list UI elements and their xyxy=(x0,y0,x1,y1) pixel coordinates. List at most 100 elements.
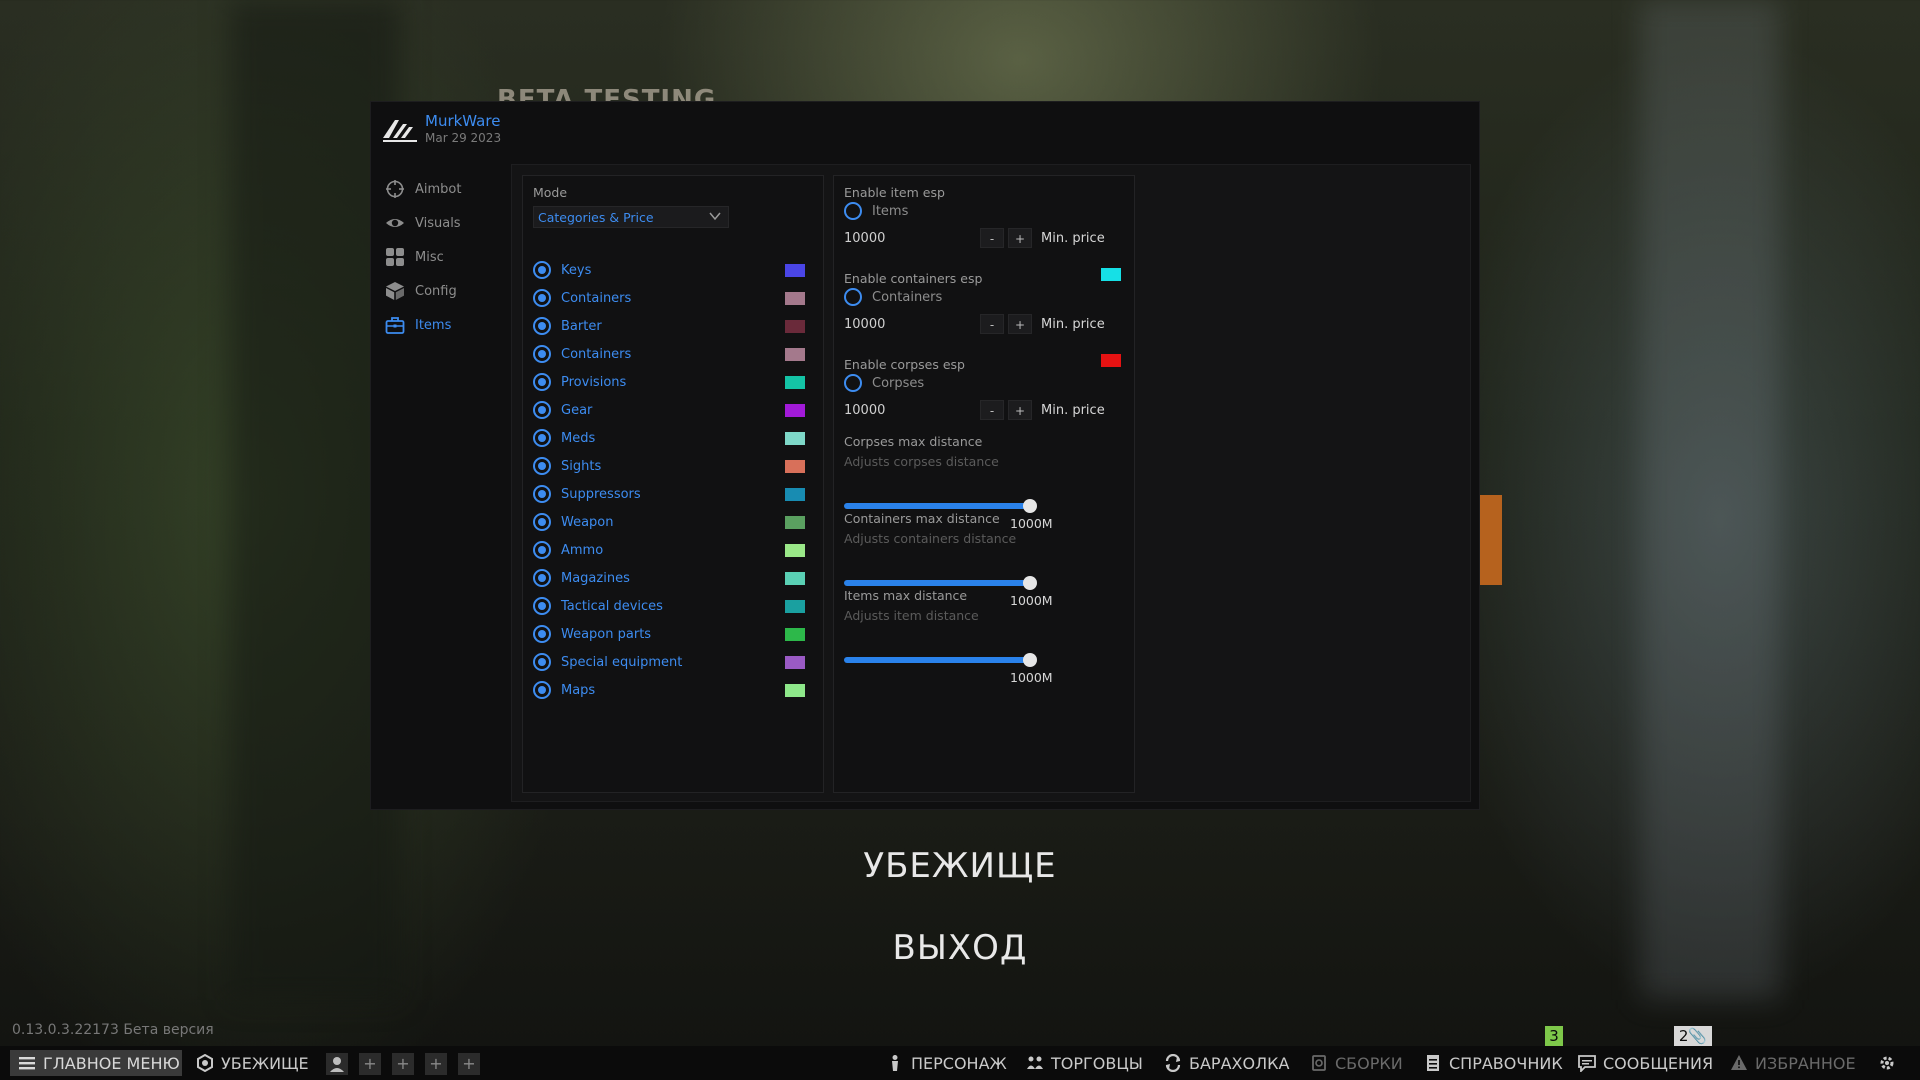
category-color-swatch[interactable] xyxy=(785,516,805,529)
add-slot-button[interactable]: + xyxy=(359,1053,381,1075)
category-row[interactable]: Weapon xyxy=(533,508,815,536)
items-distance-slider-handle[interactable] xyxy=(1023,653,1037,667)
hideout-button[interactable]: УБЕЖИЩЕ xyxy=(196,1050,309,1076)
corpses-distance-slider-handle[interactable] xyxy=(1023,499,1037,513)
containers-toggle[interactable]: Containers xyxy=(844,288,942,306)
nav-item-items[interactable]: Items xyxy=(385,308,461,342)
category-color-swatch[interactable] xyxy=(785,376,805,389)
character-button[interactable]: ПЕРСОНАЖ xyxy=(886,1050,1007,1076)
items-min-price-input[interactable] xyxy=(844,231,980,246)
corpses-radio[interactable] xyxy=(844,374,862,392)
corpses-min-price-input[interactable] xyxy=(844,403,980,418)
category-radio[interactable] xyxy=(533,625,551,643)
corpses-min-price-label: Min. price xyxy=(1041,403,1105,418)
category-label: Magazines xyxy=(561,570,630,586)
category-color-swatch[interactable] xyxy=(785,292,805,305)
category-color-swatch[interactable] xyxy=(785,628,805,641)
category-color-swatch[interactable] xyxy=(785,404,805,417)
category-radio[interactable] xyxy=(533,345,551,363)
category-radio[interactable] xyxy=(533,261,551,279)
corpses-price-increment-button[interactable]: + xyxy=(1008,400,1032,420)
category-row[interactable]: Containers xyxy=(533,284,815,312)
containers-distance-slider-track[interactable] xyxy=(844,580,1030,586)
builds-button[interactable]: СБОРКИ xyxy=(1310,1050,1403,1076)
category-radio[interactable] xyxy=(533,289,551,307)
category-row[interactable]: Magazines xyxy=(533,564,815,592)
category-radio[interactable] xyxy=(533,653,551,671)
category-radio[interactable] xyxy=(533,429,551,447)
category-radio[interactable] xyxy=(533,513,551,531)
menu-hideout[interactable]: УБЕЖИЩЕ xyxy=(0,846,1920,886)
category-radio[interactable] xyxy=(533,569,551,587)
add-slot-button[interactable]: + xyxy=(458,1053,480,1075)
traders-button[interactable]: ТОРГОВЦЫ xyxy=(1026,1050,1143,1076)
containers-distance-slider-handle[interactable] xyxy=(1023,576,1037,590)
category-row[interactable]: Sights xyxy=(533,452,815,480)
favorites-button[interactable]: ИЗБРАННОЕ xyxy=(1730,1050,1856,1076)
nav-item-misc[interactable]: Misc xyxy=(385,240,461,274)
category-color-swatch[interactable] xyxy=(785,348,805,361)
items-price-increment-button[interactable]: + xyxy=(1008,228,1032,248)
main-menu-button[interactable]: ГЛАВНОЕ МЕНЮ xyxy=(10,1050,182,1076)
category-radio[interactable] xyxy=(533,597,551,615)
category-color-swatch[interactable] xyxy=(785,544,805,557)
corpses-toggle[interactable]: Corpses xyxy=(844,374,924,392)
category-color-swatch[interactable] xyxy=(785,460,805,473)
category-color-swatch[interactable] xyxy=(785,656,805,669)
items-distance-slider-track[interactable] xyxy=(844,657,1030,663)
add-slot-button[interactable]: + xyxy=(425,1053,447,1075)
category-color-swatch[interactable] xyxy=(785,264,805,277)
profile-slot-button[interactable] xyxy=(326,1053,348,1075)
category-color-swatch[interactable] xyxy=(785,432,805,445)
category-row[interactable]: Maps xyxy=(533,676,815,704)
corpses-color-swatch[interactable] xyxy=(1101,354,1121,367)
settings-button[interactable] xyxy=(1878,1050,1903,1076)
category-list: Keys Containers Barter Containers Provisions… xyxy=(533,256,815,704)
category-radio[interactable] xyxy=(533,317,551,335)
category-row[interactable]: Special equipment xyxy=(533,648,815,676)
containers-price-decrement-button[interactable]: - xyxy=(980,314,1004,334)
category-color-swatch[interactable] xyxy=(785,320,805,333)
category-row[interactable]: Barter xyxy=(533,312,815,340)
nav-item-config[interactable]: Config xyxy=(385,274,461,308)
category-radio[interactable] xyxy=(533,457,551,475)
gear-icon xyxy=(1880,1056,1894,1070)
category-row[interactable]: Containers xyxy=(533,340,815,368)
nav-item-aimbot[interactable]: Aimbot xyxy=(385,172,461,206)
category-radio[interactable] xyxy=(533,681,551,699)
mode-dropdown[interactable]: Categories & Price xyxy=(533,206,729,228)
add-slot-button[interactable]: + xyxy=(392,1053,414,1075)
nav-item-visuals[interactable]: Visuals xyxy=(385,206,461,240)
flea-market-button[interactable]: БАРАХОЛКА xyxy=(1164,1050,1289,1076)
category-radio[interactable] xyxy=(533,401,551,419)
items-radio[interactable] xyxy=(844,202,862,220)
category-row[interactable]: Weapon parts xyxy=(533,620,815,648)
category-row[interactable]: Suppressors xyxy=(533,480,815,508)
category-row[interactable]: Ammo xyxy=(533,536,815,564)
category-row[interactable]: Keys xyxy=(533,256,815,284)
category-radio[interactable] xyxy=(533,541,551,559)
category-row[interactable]: Meds xyxy=(533,424,815,452)
category-radio[interactable] xyxy=(533,485,551,503)
category-color-swatch[interactable] xyxy=(785,600,805,613)
items-toggle[interactable]: Items xyxy=(844,202,908,220)
category-row[interactable]: Provisions xyxy=(533,368,815,396)
containers-color-swatch[interactable] xyxy=(1101,268,1121,281)
items-price-decrement-button[interactable]: - xyxy=(980,228,1004,248)
chat-icon xyxy=(1578,1055,1596,1072)
category-row[interactable]: Gear xyxy=(533,396,815,424)
messages-button[interactable]: СООБЩЕНИЯ xyxy=(1578,1050,1713,1076)
containers-radio[interactable] xyxy=(844,288,862,306)
category-color-swatch[interactable] xyxy=(785,572,805,585)
category-label: Tactical devices xyxy=(561,598,663,614)
category-color-swatch[interactable] xyxy=(785,488,805,501)
category-radio[interactable] xyxy=(533,373,551,391)
corpses-price-decrement-button[interactable]: - xyxy=(980,400,1004,420)
corpses-distance-slider-track[interactable] xyxy=(844,503,1030,509)
containers-price-increment-button[interactable]: + xyxy=(1008,314,1032,334)
containers-min-price-input[interactable] xyxy=(844,317,980,332)
menu-exit[interactable]: ВЫХОД xyxy=(0,928,1920,968)
handbook-button[interactable]: СПРАВОЧНИК xyxy=(1424,1050,1563,1076)
category-color-swatch[interactable] xyxy=(785,684,805,697)
category-row[interactable]: Tactical devices xyxy=(533,592,815,620)
